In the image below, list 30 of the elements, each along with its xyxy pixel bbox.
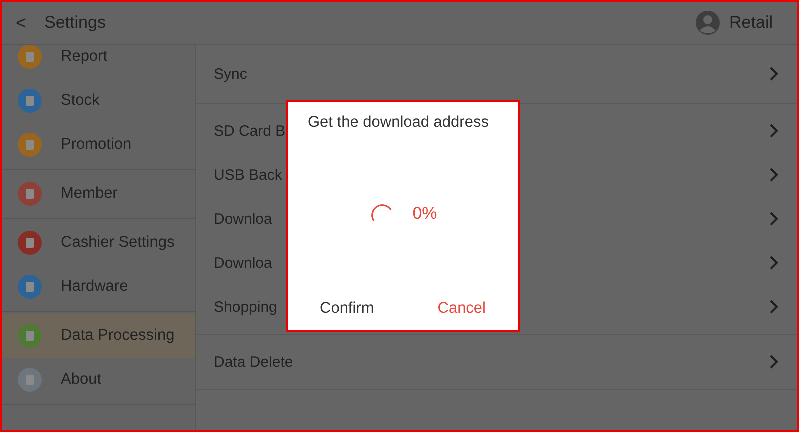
sidebar-item[interactable]: Hardware xyxy=(2,265,195,309)
settings-row-label[interactable]: Data Delete xyxy=(214,354,294,370)
chevron-right-icon[interactable] xyxy=(769,299,779,315)
progress-percent: 0% xyxy=(412,204,438,224)
sidebar-item[interactable]: Promotion xyxy=(2,123,195,167)
chevron-right-icon[interactable] xyxy=(769,167,779,183)
sidebar-item[interactable]: Member xyxy=(2,172,195,216)
user-icon[interactable] xyxy=(696,11,720,35)
settings-row-label[interactable]: Downloa xyxy=(214,254,272,272)
confirm-button[interactable]: Confirm xyxy=(318,296,376,322)
sidebar-item[interactable]: Report xyxy=(2,45,195,79)
chevron-right-icon[interactable] xyxy=(769,354,779,370)
settings-row-label[interactable]: SD Card B xyxy=(214,122,286,140)
settings-row-label[interactable]: Downloa xyxy=(214,210,272,228)
settings-row-label[interactable]: USB Back xyxy=(214,166,282,184)
sidebar-item[interactable]: Cashier Settings xyxy=(2,221,195,265)
chevron-right-icon[interactable] xyxy=(769,123,779,139)
sidebar-item[interactable]: Data Processing xyxy=(2,314,195,358)
sidebar-item[interactable]: Stock xyxy=(2,79,195,123)
chevron-right-icon[interactable] xyxy=(769,255,779,271)
sidebar-item[interactable]: About xyxy=(2,358,195,402)
user-name: Retail xyxy=(730,13,773,33)
dialog-title: Get the download address xyxy=(307,113,490,132)
page-title: Settings xyxy=(44,13,107,33)
settings-row-label[interactable]: Sync xyxy=(214,66,248,82)
cancel-button[interactable]: Cancel xyxy=(436,296,488,322)
back-button[interactable]: < xyxy=(16,12,27,34)
settings-row-label[interactable]: Shopping xyxy=(214,298,278,316)
chevron-right-icon[interactable] xyxy=(769,66,779,82)
chevron-right-icon[interactable] xyxy=(769,211,779,227)
